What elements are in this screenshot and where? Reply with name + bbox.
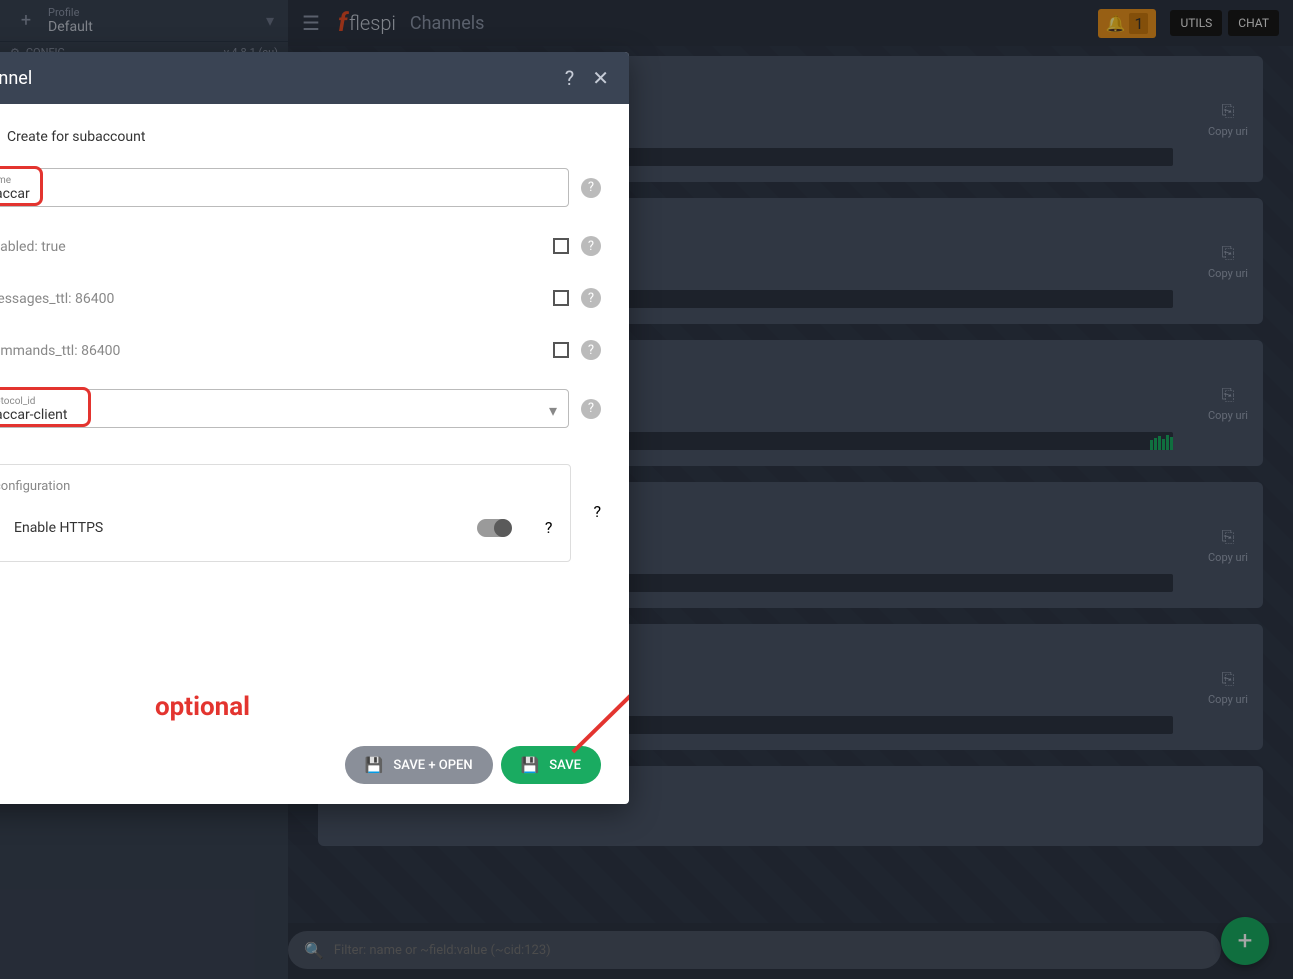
close-icon[interactable]: ✕ [592, 66, 609, 90]
enabled-field: enabled: true ? [0, 233, 601, 259]
help-icon[interactable]: ? [581, 288, 601, 308]
modal-footer: 💾 SAVE + OPEN 💾 SAVE [345, 746, 601, 784]
save-button[interactable]: 💾 SAVE [501, 746, 601, 784]
enable-https-row: Enable HTTPS ? [0, 518, 552, 537]
protocol-select[interactable]: protocol_id traccar-client [0, 389, 569, 428]
configuration-panel: configuration Enable HTTPS ? [0, 464, 571, 562]
save-icon: 💾 [521, 756, 540, 774]
help-icon[interactable]: ? [565, 66, 574, 90]
enable-https-toggle[interactable] [477, 519, 511, 537]
messages-ttl-field: messages_ttl: 86400 ? [0, 285, 601, 311]
help-icon[interactable]: ? [545, 518, 553, 537]
help-icon[interactable]: ? [593, 502, 601, 521]
name-field: name traccar ? [0, 168, 601, 207]
name-input[interactable]: name traccar [0, 168, 569, 207]
help-icon[interactable]: ? [581, 399, 601, 419]
enabled-checkbox[interactable] [553, 238, 569, 254]
commands-ttl-field: commands_ttl: 86400 ? [0, 337, 601, 363]
messages-ttl-checkbox[interactable] [553, 290, 569, 306]
help-icon[interactable]: ? [581, 340, 601, 360]
protocol-field: protocol_id traccar-client ▾ ? [0, 389, 601, 428]
save-open-button[interactable]: 💾 SAVE + OPEN [345, 746, 493, 784]
chevron-down-icon: ▾ [549, 401, 557, 420]
create-for-subaccount-row: Create for subaccount [0, 128, 601, 146]
channel-modal: Channel ? ✕ Create for subaccount name t… [0, 52, 629, 804]
commands-ttl-checkbox[interactable] [553, 342, 569, 358]
help-icon[interactable]: ? [581, 236, 601, 256]
modal-header: Channel ? ✕ [0, 52, 629, 104]
annotation-optional-label: optional [155, 692, 250, 722]
save-icon: 💾 [365, 756, 384, 774]
help-icon[interactable]: ? [581, 178, 601, 198]
